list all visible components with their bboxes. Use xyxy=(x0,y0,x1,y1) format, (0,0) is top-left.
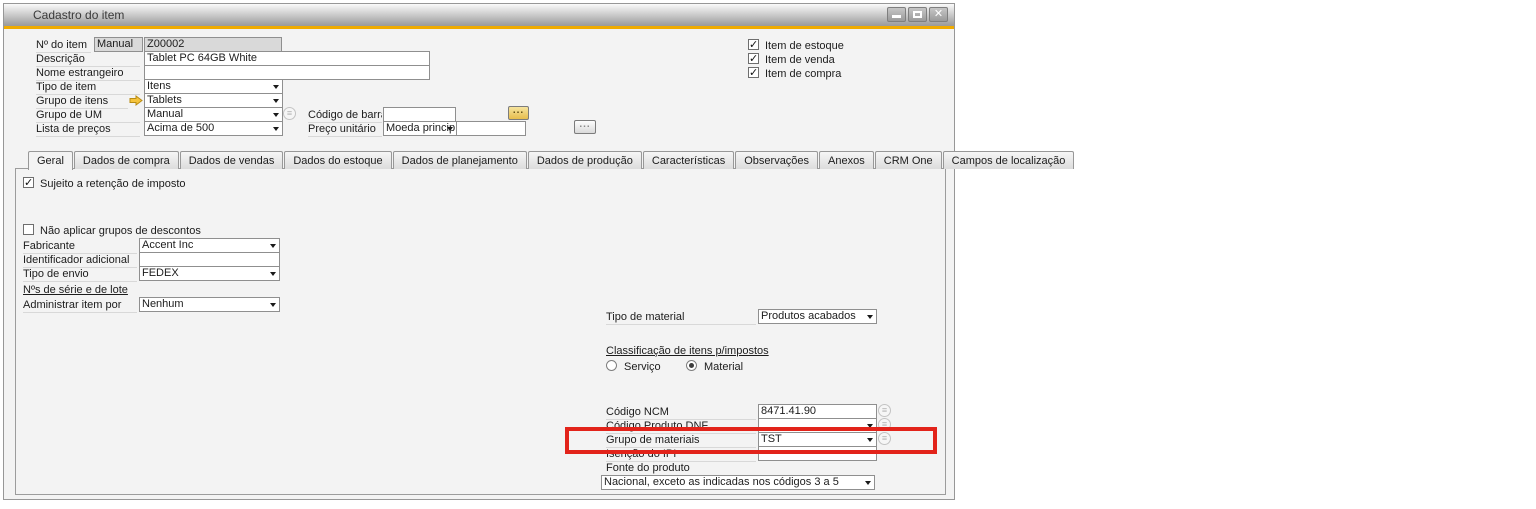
close-button[interactable] xyxy=(929,7,948,22)
item-group-select[interactable]: Tablets xyxy=(144,93,283,108)
no-discount-groups-label: Não aplicar grupos de descontos xyxy=(40,225,201,238)
tab-dados-de-planejamento[interactable]: Dados de planejamento xyxy=(393,151,527,169)
material-type-select[interactable]: Produtos acabados xyxy=(758,309,877,324)
description-label: Descrição xyxy=(36,53,140,67)
currency-select[interactable]: Moeda princip xyxy=(383,121,457,136)
service-radio[interactable] xyxy=(606,360,617,371)
no-discount-groups-checkbox[interactable] xyxy=(23,224,34,235)
chevron-down-icon xyxy=(270,272,276,276)
chevron-down-icon xyxy=(447,127,453,131)
ncm-code-label: Código NCM xyxy=(606,406,756,420)
product-source-label: Fonte do produto xyxy=(606,462,690,475)
chevron-down-icon xyxy=(273,99,279,103)
foreign-name-field[interactable] xyxy=(144,65,430,80)
item-no-label: Nº do item xyxy=(36,39,91,53)
tab-crm-one[interactable]: CRM One xyxy=(875,151,942,169)
material-type-label: Tipo de material xyxy=(606,311,756,325)
description-field[interactable]: Tablet PC 64GB White xyxy=(144,51,430,66)
tab-dados-de-producao[interactable]: Dados de produção xyxy=(528,151,642,169)
inventory-item-checkbox[interactable] xyxy=(748,39,759,50)
item-type-select[interactable]: Itens xyxy=(144,79,283,94)
item-no-mode-field: Manual xyxy=(94,37,143,52)
chevron-down-icon xyxy=(867,315,873,319)
uom-group-label: Grupo de UM xyxy=(36,109,140,123)
price-browse-button[interactable]: ... xyxy=(574,120,596,134)
highlight-annotation-box xyxy=(565,427,937,454)
chevron-down-icon xyxy=(270,244,276,248)
tab-dados-do-estoque[interactable]: Dados do estoque xyxy=(284,151,391,169)
material-radio[interactable] xyxy=(686,360,697,371)
product-source-select[interactable]: Nacional, exceto as indicadas nos código… xyxy=(601,475,875,490)
ncm-code-field[interactable]: 8471.41.90 xyxy=(758,404,877,419)
link-arrow-icon[interactable] xyxy=(129,95,143,106)
foreign-name-label: Nome estrangeiro xyxy=(36,67,140,81)
chevron-down-icon xyxy=(273,85,279,89)
window-title: Cadastro do item xyxy=(33,8,124,22)
manufacturer-select[interactable]: Accent Inc xyxy=(139,238,280,253)
manufacturer-label: Fabricante xyxy=(23,240,137,254)
item-master-window: Cadastro do item Nº do item Manual Z0000… xyxy=(3,3,955,500)
manage-item-by-label: Administrar item por xyxy=(23,299,137,313)
additional-id-label: Identificador adicional xyxy=(23,254,137,268)
tab-dados-de-vendas[interactable]: Dados de vendas xyxy=(180,151,284,169)
tab-strip: Geral Dados de compra Dados de vendas Da… xyxy=(28,151,1075,169)
tab-caracteristicas[interactable]: Características xyxy=(643,151,734,169)
minimize-button[interactable] xyxy=(887,7,906,22)
shipping-type-select[interactable]: FEDEX xyxy=(139,266,280,281)
maximize-button[interactable] xyxy=(908,7,927,22)
maximize-icon xyxy=(913,11,922,18)
tab-dados-de-compra[interactable]: Dados de compra xyxy=(74,151,179,169)
chevron-down-icon xyxy=(865,481,871,485)
tax-classification-header: Classificação de itens p/impostos xyxy=(606,345,769,358)
uom-group-select[interactable]: Manual xyxy=(144,107,283,122)
serial-batch-section-header: Nºs de série e de lote xyxy=(23,284,128,297)
chevron-down-icon xyxy=(273,127,279,131)
purchase-item-label: Item de compra xyxy=(765,68,841,81)
service-radio-label: Serviço xyxy=(624,361,661,374)
shipping-type-label: Tipo de envio xyxy=(23,268,137,282)
withholding-tax-label: Sujeito a retenção de imposto xyxy=(40,178,186,191)
close-icon xyxy=(930,8,947,21)
chevron-down-icon xyxy=(273,113,279,117)
uom-detail-icon[interactable] xyxy=(283,107,296,120)
tab-campos-de-localizacao[interactable]: Campos de localização xyxy=(943,151,1075,169)
withholding-tax-checkbox[interactable] xyxy=(23,177,34,188)
ncm-detail-icon[interactable] xyxy=(878,404,891,417)
item-no-field: Z00002 xyxy=(144,37,282,52)
tab-observacoes[interactable]: Observações xyxy=(735,151,818,169)
manage-item-by-select[interactable]: Nenhum xyxy=(139,297,280,312)
inventory-item-label: Item de estoque xyxy=(765,40,844,53)
sales-item-label: Item de venda xyxy=(765,54,835,67)
barcode-label: Código de barras xyxy=(308,109,382,123)
additional-id-field[interactable] xyxy=(139,252,280,267)
unit-price-field[interactable] xyxy=(456,121,526,136)
item-type-label: Tipo de item xyxy=(36,81,140,95)
barcode-browse-button[interactable]: ... xyxy=(508,106,529,120)
price-list-select[interactable]: Acima de 500 xyxy=(144,121,283,136)
sales-item-checkbox[interactable] xyxy=(748,53,759,64)
material-radio-label: Material xyxy=(704,361,743,374)
item-group-label: Grupo de itens xyxy=(36,95,128,109)
tab-anexos[interactable]: Anexos xyxy=(819,151,874,169)
chevron-down-icon xyxy=(270,303,276,307)
unit-price-label: Preço unitário xyxy=(308,123,382,137)
accent-bar xyxy=(4,26,954,29)
tab-geral[interactable]: Geral xyxy=(28,151,73,170)
title-bar[interactable]: Cadastro do item xyxy=(4,4,954,27)
purchase-item-checkbox[interactable] xyxy=(748,67,759,78)
barcode-field[interactable] xyxy=(383,107,456,122)
minimize-icon xyxy=(892,15,901,18)
price-list-label: Lista de preços xyxy=(36,123,140,137)
